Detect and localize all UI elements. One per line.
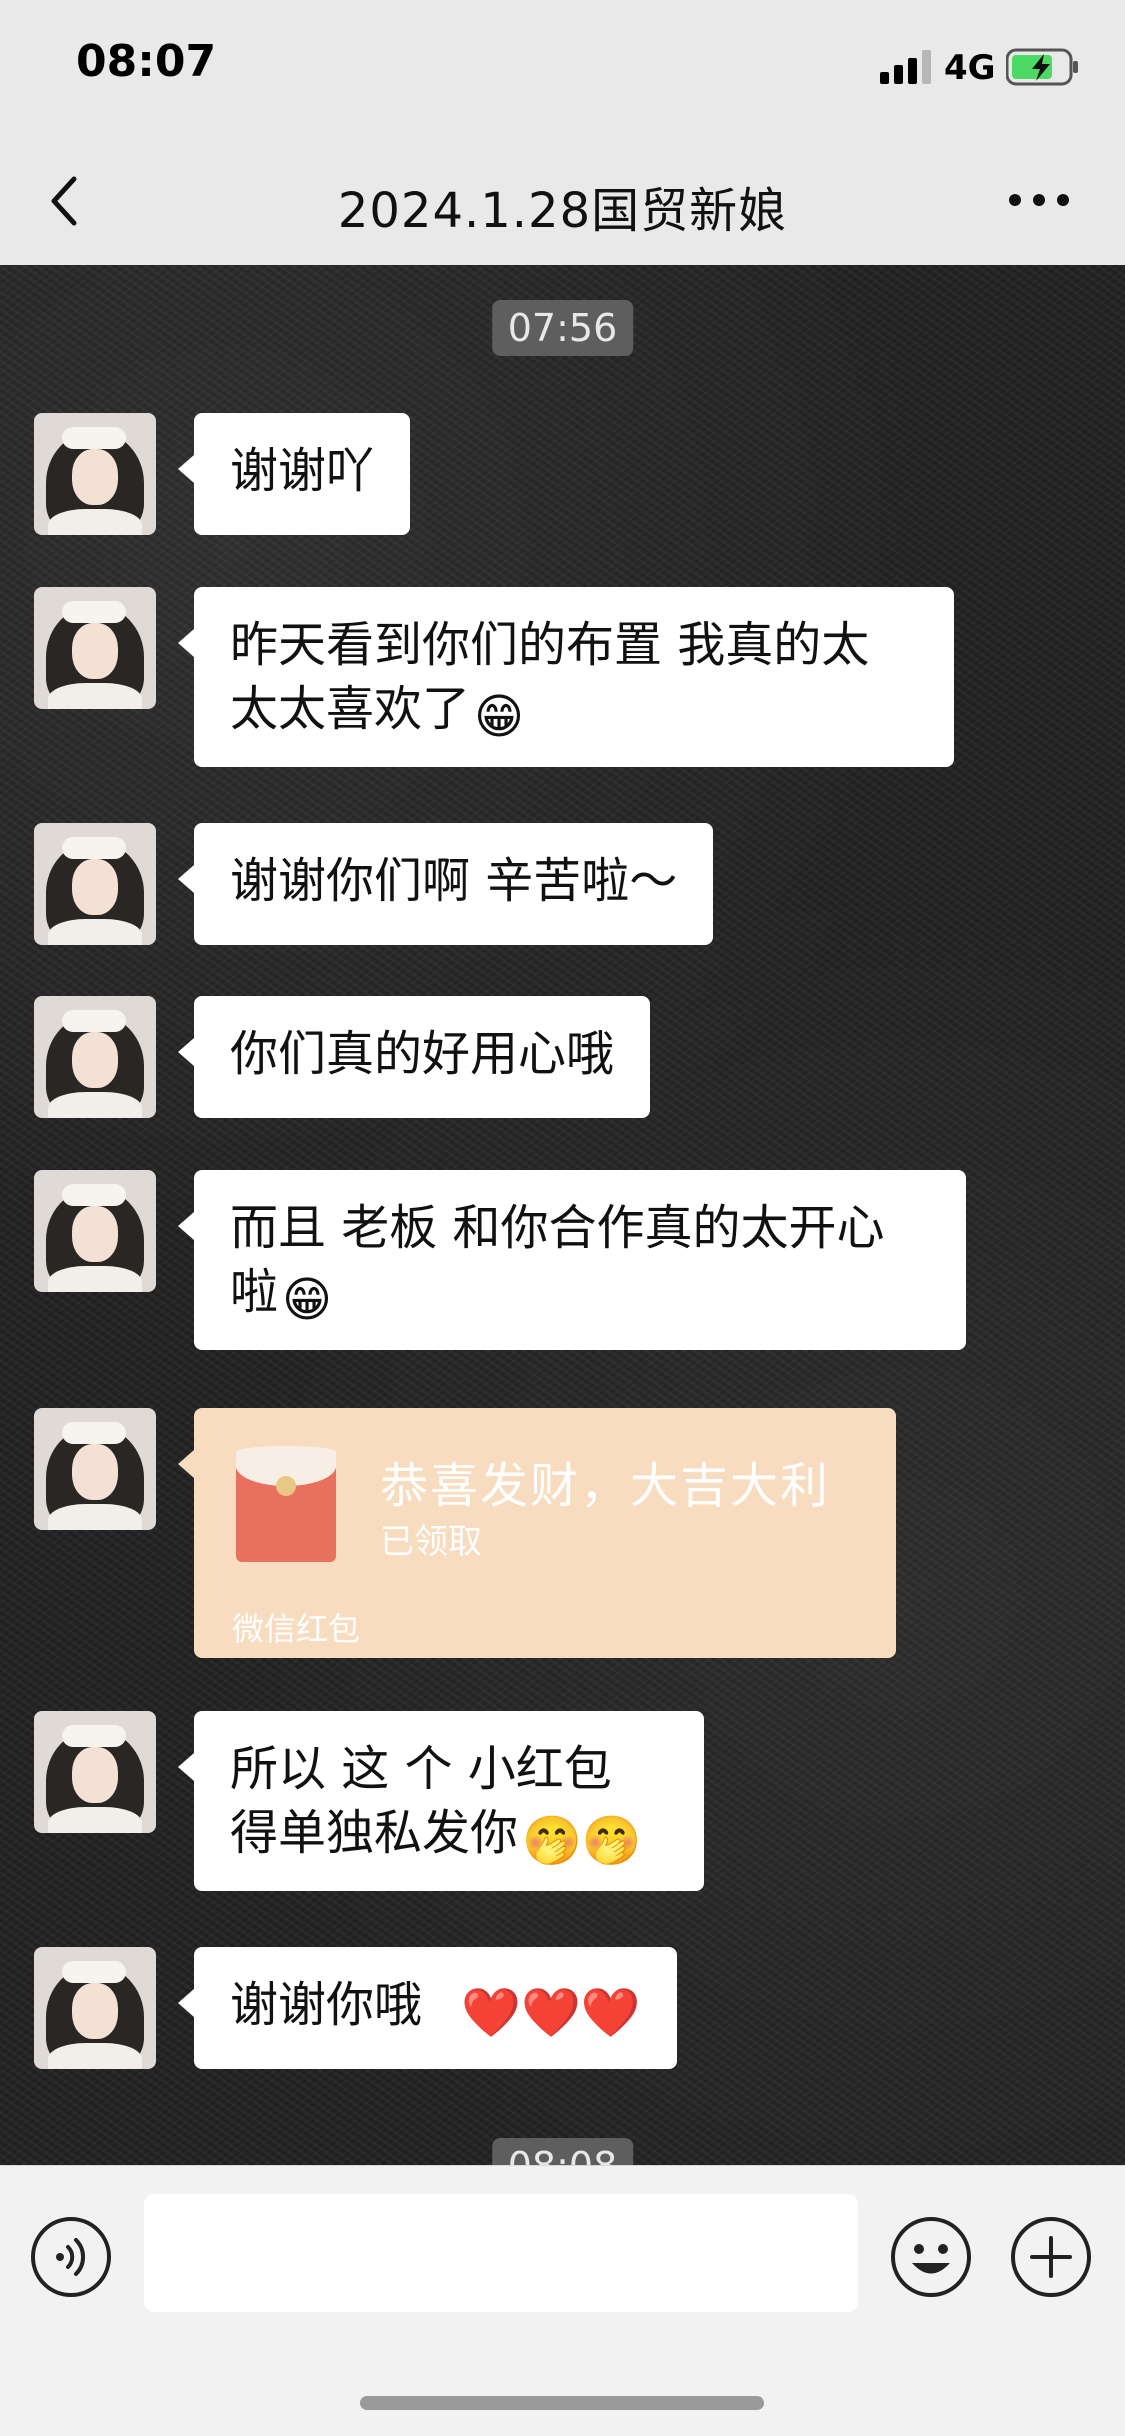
avatar[interactable]: [34, 1711, 156, 1833]
status-bar: 08:07 4G: [0, 0, 1125, 135]
message-bubble[interactable]: 昨天看到你们的布置 我真的太 太太喜欢了😁: [178, 587, 954, 767]
message-bubble[interactable]: 而且 老板 和你合作真的太开心 啦😁: [178, 1170, 966, 1350]
avatar[interactable]: [34, 1947, 156, 2069]
red-packet-footer: 微信红包: [232, 1610, 361, 1648]
grin-emoji-icon: 😁: [474, 689, 525, 745]
message-text: 你们真的好用心哦: [230, 1026, 615, 1082]
voice-icon[interactable]: [30, 2216, 112, 2298]
message-bubble[interactable]: 谢谢你们啊 辛苦啦～: [177, 823, 714, 945]
message-text: 而且 老板 和你合作真的太开心: [230, 1200, 885, 1256]
battery-charging-icon: [1006, 48, 1078, 86]
avatar[interactable]: [34, 996, 156, 1118]
partial-timestamp: 08:08: [491, 2138, 634, 2165]
avatar[interactable]: [34, 1170, 156, 1292]
nav-bar: 2024.1.28国贸新娘: [0, 135, 1125, 266]
emoji-icon[interactable]: [890, 2216, 972, 2298]
message-text: 太太喜欢了: [230, 681, 471, 737]
grin-emoji-icon: 😁: [282, 1272, 333, 1328]
red-packet-title: 恭喜发财，大吉大利: [380, 1458, 831, 1514]
heart-emoji-icon: ❤️❤️❤️: [461, 1985, 641, 2041]
input-bar: [0, 2165, 1125, 2436]
red-packet-card[interactable]: 恭喜发财，大吉大利 已领取 微信红包: [178, 1408, 896, 1658]
message-text: 谢谢你哦: [230, 1977, 423, 2033]
signal-icon: [880, 50, 931, 84]
more-icon[interactable]: [1004, 175, 1074, 225]
message-text: 啦: [230, 1264, 279, 1320]
plus-icon[interactable]: [1010, 2216, 1092, 2298]
status-time: 08:07: [76, 36, 217, 87]
avatar[interactable]: [34, 413, 156, 535]
avatar[interactable]: [34, 1408, 156, 1530]
network-label: 4G: [944, 48, 996, 88]
avatar[interactable]: [34, 587, 156, 709]
message-text: 谢谢你们啊 辛苦啦～: [230, 853, 678, 909]
message-timestamp: 07:56: [491, 300, 634, 356]
shy-emoji-icon: 🤭🤭: [522, 1813, 642, 1869]
red-envelope-icon: [236, 1446, 336, 1562]
message-bubble[interactable]: 所以 这 个 小红包 得单独私发你🤭🤭: [178, 1711, 704, 1891]
message-bubble[interactable]: 谢谢你哦 ❤️❤️❤️: [178, 1947, 677, 2069]
message-input[interactable]: [144, 2194, 858, 2312]
avatar[interactable]: [34, 823, 156, 945]
message-text: 昨天看到你们的布置 我真的太: [230, 617, 870, 673]
chat-title: 2024.1.28国贸新娘: [337, 183, 788, 239]
red-packet-status: 已领取: [380, 1522, 482, 1562]
message-bubble[interactable]: 你们真的好用心哦: [177, 996, 651, 1118]
chat-area[interactable]: 07:56 谢谢吖 昨天看到你们的布置 我真的太 太太喜欢了😁 谢谢你们啊 辛苦…: [0, 265, 1125, 2165]
message-bubble[interactable]: 谢谢吖: [177, 413, 411, 535]
home-indicator: [360, 2396, 764, 2410]
message-text: 谢谢吖: [230, 443, 375, 499]
message-text: 得单独私发你: [230, 1805, 519, 1861]
message-text: 所以 这 个 小红包: [230, 1741, 612, 1797]
